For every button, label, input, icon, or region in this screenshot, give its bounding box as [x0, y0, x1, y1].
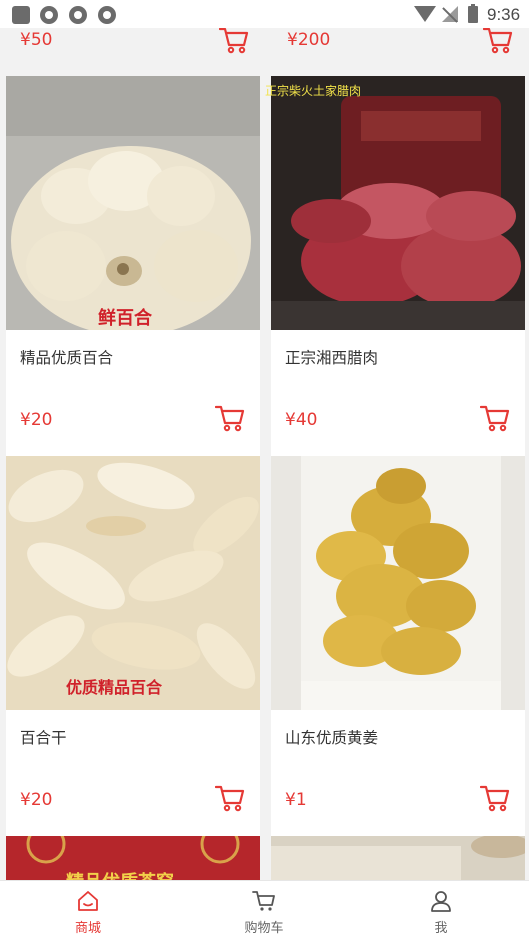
product-card[interactable]: 正宗柴火土家腊肉 正宗湘西腊肉 ¥40 [265, 76, 525, 456]
cart-icon [479, 785, 510, 812]
battery-icon [468, 4, 478, 23]
cart-icon [482, 27, 513, 54]
product-name[interactable]: 山东优质黄姜 [285, 726, 378, 748]
tab-label: 商城 [74, 921, 101, 936]
product-card[interactable]: 优质精品百合 百合干 ¥20 [6, 456, 260, 836]
add-to-cart-button[interactable] [479, 784, 510, 812]
tab-label: 我 [434, 921, 448, 936]
add-to-cart-button[interactable] [218, 26, 249, 54]
image-caption: 精品优质茶窑 [66, 868, 174, 880]
product-name[interactable]: 正宗湘西腊肉 [285, 346, 378, 368]
add-to-cart-button[interactable] [482, 26, 513, 54]
wifi-icon [414, 6, 436, 22]
home-icon [78, 891, 98, 911]
add-to-cart-button[interactable] [479, 404, 510, 432]
tab-mall[interactable]: 商城 [0, 881, 176, 942]
add-to-cart-button[interactable] [214, 784, 245, 812]
image-caption: 正宗柴火土家腊肉 [265, 84, 362, 98]
tab-cart[interactable]: 购物车 [176, 881, 352, 942]
product-image[interactable] [271, 456, 525, 710]
image-caption: 鲜百合 [98, 308, 152, 329]
image-caption: 优质精品百合 [66, 678, 163, 697]
status-time: 9:36 [487, 5, 521, 24]
cart-icon [218, 27, 249, 54]
product-name[interactable]: 百合干 [20, 726, 67, 748]
user-icon [431, 891, 451, 912]
product-image[interactable] [271, 836, 525, 880]
cart-icon [214, 785, 245, 812]
product-name[interactable]: 精品优质百合 [20, 346, 113, 368]
tab-label: 购物车 [244, 921, 284, 936]
sync-icon [40, 6, 58, 24]
cart-icon [214, 405, 245, 432]
product-card[interactable] [271, 836, 525, 880]
product-price: ¥50 [20, 30, 53, 50]
tab-me[interactable]: 我 [353, 881, 529, 942]
app-notification-icon [12, 6, 30, 24]
cart-icon [252, 891, 275, 911]
product-price: ¥200 [287, 30, 331, 50]
product-price: ¥40 [285, 410, 318, 430]
add-to-cart-button[interactable] [214, 404, 245, 432]
product-price: ¥20 [20, 790, 53, 810]
product-card[interactable]: 山东优质黄姜 ¥1 [271, 456, 525, 836]
status-bar: 9:36 [0, 0, 529, 28]
product-image[interactable] [6, 76, 260, 330]
cart-icon [479, 405, 510, 432]
product-card[interactable]: 鲜百合 精品优质百合 ¥20 [6, 76, 260, 456]
product-card[interactable]: 精品优质茶窑 [6, 836, 260, 880]
product-image[interactable] [6, 456, 260, 710]
bottom-tab-bar: 商城 购物车 我 [0, 880, 529, 942]
product-image[interactable] [271, 76, 525, 330]
sync-icon [98, 6, 116, 24]
sync-icon [69, 6, 87, 24]
product-price: ¥1 [285, 790, 307, 810]
product-price: ¥20 [20, 410, 53, 430]
